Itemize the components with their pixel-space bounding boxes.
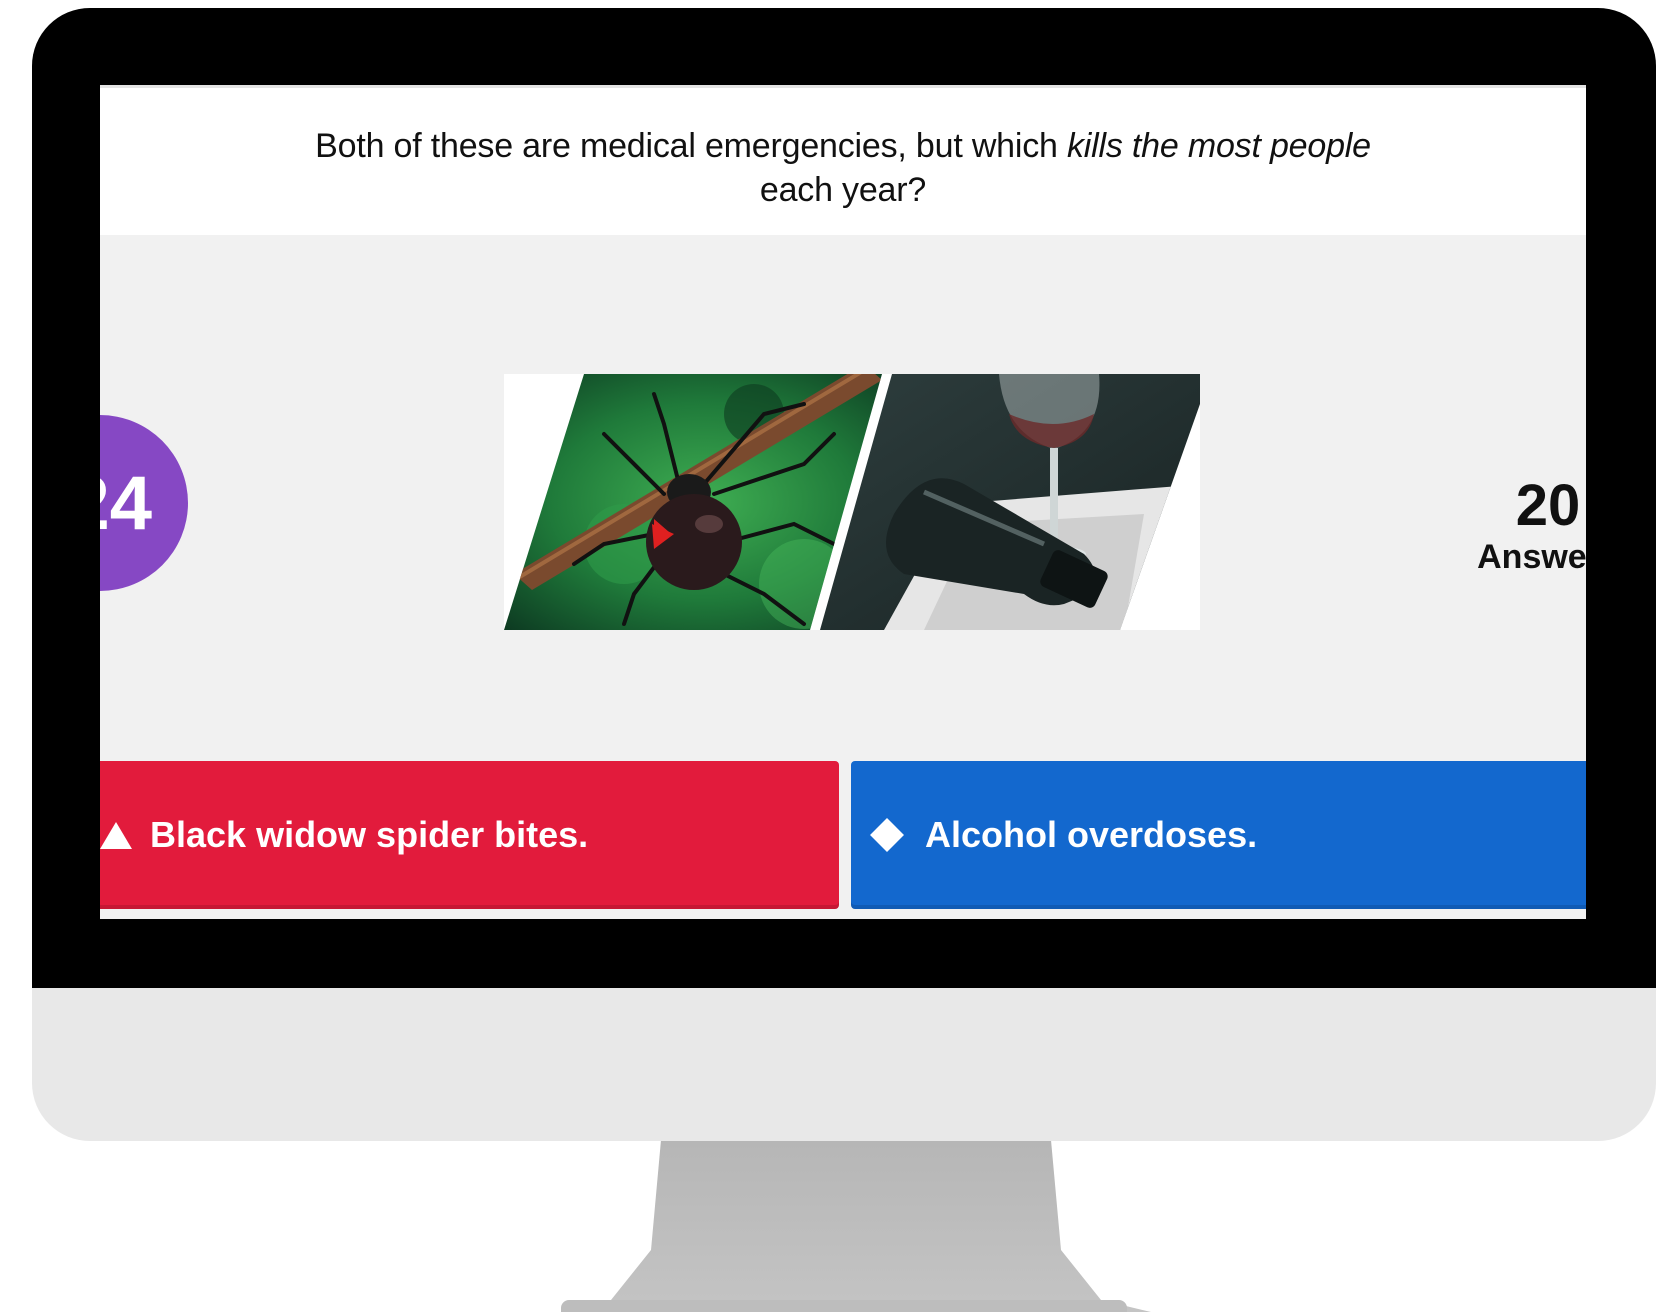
answer-option-diamond[interactable]: Alcohol overdoses. xyxy=(851,761,1586,909)
question-image xyxy=(504,374,1200,630)
answer-count: 20 Answers xyxy=(1468,475,1586,577)
diamond-icon xyxy=(870,818,904,852)
answer-option-triangle[interactable]: Black widow spider bites. xyxy=(100,761,839,909)
monitor-bezel: Both of these are medical emergencies, b… xyxy=(32,8,1656,988)
monitor-stand-base xyxy=(561,1300,1127,1312)
question-part-1: Both of these are medical emergencies, b… xyxy=(315,127,1067,165)
monitor-stand xyxy=(561,1140,1151,1312)
answer-count-value: 20 xyxy=(1515,473,1581,538)
question-emphasis: kills the most people xyxy=(1067,127,1371,165)
answer-count-label: Answers xyxy=(1477,538,1586,576)
triangle-icon xyxy=(100,821,132,849)
monitor: Both of these are medical emergencies, b… xyxy=(32,8,1656,1141)
answer-label: Alcohol overdoses. xyxy=(925,814,1258,855)
countdown-timer: 24 xyxy=(100,415,188,591)
question-bar: Both of these are medical emergencies, b… xyxy=(100,85,1586,235)
quiz-screen: Both of these are medical emergencies, b… xyxy=(100,85,1586,919)
question-part-2: each year? xyxy=(759,171,927,209)
answer-label: Black widow spider bites. xyxy=(150,814,589,855)
timer-value: 24 xyxy=(100,460,152,546)
question-image-illustration xyxy=(504,374,1200,630)
question-text: Both of these are medical emergencies, b… xyxy=(213,124,1473,212)
